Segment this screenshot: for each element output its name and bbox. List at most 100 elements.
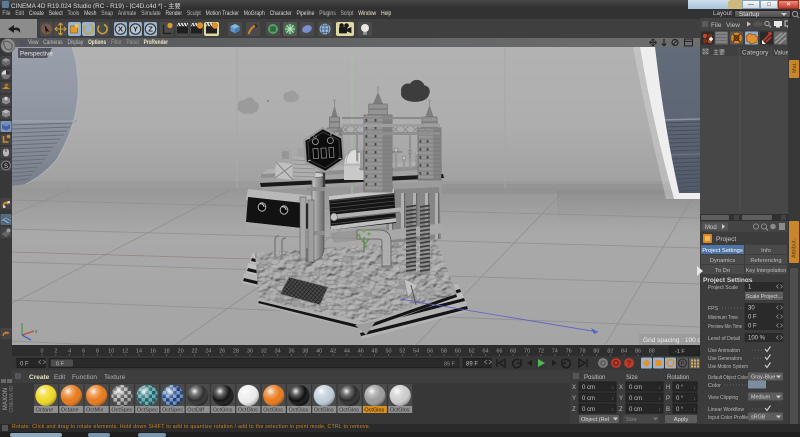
svg-text:↕: ↕ <box>612 396 615 402</box>
svg-text:58: 58 <box>441 349 447 355</box>
svg-text:OctGlos: OctGlos <box>339 408 359 414</box>
svg-text:10: 10 <box>108 349 114 355</box>
svg-text:Object (Rel: Object (Rel <box>581 417 609 423</box>
svg-text:Key Interpolation: Key Interpolation <box>746 268 786 274</box>
svg-text:To Do: To Do <box>715 268 730 274</box>
svg-text:89 F: 89 F <box>466 362 478 368</box>
svg-text:0 cm: 0 cm <box>629 407 642 413</box>
svg-text:82: 82 <box>607 349 613 355</box>
svg-text:54: 54 <box>413 349 419 355</box>
svg-text:46: 46 <box>358 349 364 355</box>
svg-text:62: 62 <box>469 349 475 355</box>
svg-text:8: 8 <box>96 349 99 355</box>
svg-text:Medium: Medium <box>751 395 771 401</box>
svg-text:78: 78 <box>579 349 585 355</box>
svg-text:80: 80 <box>593 349 599 355</box>
svg-text:Linear Workflow: Linear Workflow <box>708 407 744 413</box>
svg-text:Input Color Profile: Input Color Profile <box>708 415 748 421</box>
svg-text:Size: Size <box>626 375 638 381</box>
svg-text:84: 84 <box>621 349 627 355</box>
svg-text:X: X <box>572 385 576 391</box>
svg-text:View Clipping: View Clipping <box>708 395 738 401</box>
svg-text:Category: Category <box>742 50 769 57</box>
svg-text:18: 18 <box>164 349 170 355</box>
svg-text:70: 70 <box>524 349 530 355</box>
svg-text:0 °: 0 ° <box>676 385 684 391</box>
svg-text:22: 22 <box>191 349 197 355</box>
svg-text:?: ? <box>627 361 631 368</box>
svg-text:44: 44 <box>344 349 350 355</box>
svg-text:X: X <box>619 385 623 391</box>
svg-text:Function: Function <box>72 374 97 381</box>
svg-text:Gray-Blue: Gray-Blue <box>751 375 775 381</box>
svg-text:30: 30 <box>247 349 253 355</box>
svg-text:52: 52 <box>399 349 405 355</box>
svg-text:OctSpec: OctSpec <box>111 408 132 414</box>
svg-text:32: 32 <box>261 349 267 355</box>
svg-text:28: 28 <box>233 349 239 355</box>
svg-text:Texture: Texture <box>104 374 126 381</box>
svg-text:14: 14 <box>136 349 142 355</box>
svg-text:Default Object Color: Default Object Color <box>708 375 748 381</box>
svg-text:Preview Min Time: Preview Min Time <box>708 324 742 330</box>
svg-text:OctGlos: OctGlos <box>390 408 410 414</box>
svg-text:16: 16 <box>150 349 156 355</box>
svg-text:0 F: 0 F <box>56 362 65 368</box>
svg-text:OctDiff: OctDiff <box>187 408 204 414</box>
svg-text:-1 F: -1 F <box>675 349 685 355</box>
svg-text:60: 60 <box>455 349 461 355</box>
svg-text:↕: ↕ <box>694 407 697 413</box>
svg-text:36: 36 <box>288 349 294 355</box>
svg-text:0 cm: 0 cm <box>629 396 642 402</box>
svg-text:30: 30 <box>748 306 755 312</box>
svg-text:0 cm: 0 cm <box>582 407 595 413</box>
svg-text:Level of Detail: Level of Detail <box>708 336 740 342</box>
svg-text:Mat..: Mat.. <box>792 60 798 73</box>
svg-text:34: 34 <box>275 349 281 355</box>
svg-text:OctMix: OctMix <box>86 408 103 414</box>
svg-text:Use Generators: Use Generators <box>708 356 742 362</box>
svg-text:6: 6 <box>82 349 85 355</box>
svg-text:主要: 主要 <box>713 49 725 57</box>
svg-text:Color: Color <box>708 383 721 389</box>
svg-text:Size: Size <box>626 417 637 423</box>
svg-text:76: 76 <box>566 349 572 355</box>
svg-text:Value: Value <box>774 51 790 57</box>
svg-text:50: 50 <box>385 349 391 355</box>
svg-text:↕: ↕ <box>612 385 615 391</box>
svg-text:↕: ↕ <box>659 385 662 391</box>
svg-text:56: 56 <box>427 349 433 355</box>
svg-text:X: X <box>118 24 123 33</box>
svg-text:Referencing: Referencing <box>750 258 781 264</box>
svg-text:↕: ↕ <box>659 407 662 413</box>
svg-text:OctGlos: OctGlos <box>314 408 334 414</box>
svg-text:0 F: 0 F <box>20 362 29 368</box>
svg-text:B: B <box>330 132 332 136</box>
svg-text:Z: Z <box>572 407 576 413</box>
svg-text:↕: ↕ <box>694 385 697 391</box>
svg-text:Use Motion System: Use Motion System <box>708 364 748 370</box>
svg-text:42: 42 <box>330 349 336 355</box>
svg-text:0 cm: 0 cm <box>582 385 595 391</box>
svg-text:100 %: 100 % <box>748 336 766 342</box>
svg-text:P: P <box>666 396 670 402</box>
svg-text:Octane: Octane <box>36 408 54 414</box>
svg-text:OctGlos: OctGlos <box>289 408 309 414</box>
svg-text:H: H <box>666 385 670 391</box>
svg-text:OctSpec: OctSpec <box>162 408 183 414</box>
svg-text:Y: Y <box>572 396 576 402</box>
svg-text:0 F: 0 F <box>748 324 757 330</box>
svg-text:OctGlos: OctGlos <box>213 408 233 414</box>
svg-text:72: 72 <box>538 349 544 355</box>
svg-text:4: 4 <box>68 349 71 355</box>
svg-text:Y: Y <box>619 396 623 402</box>
svg-text:Edit: Edit <box>54 374 65 381</box>
svg-text:0 cm: 0 cm <box>629 385 642 391</box>
svg-text:48: 48 <box>372 349 378 355</box>
svg-text:20: 20 <box>178 349 184 355</box>
svg-text:12: 12 <box>122 349 128 355</box>
svg-text:Info: Info <box>761 248 771 254</box>
svg-text:OctGlos: OctGlos <box>364 408 384 414</box>
svg-text:↕: ↕ <box>694 396 697 402</box>
svg-text:2: 2 <box>54 349 57 355</box>
